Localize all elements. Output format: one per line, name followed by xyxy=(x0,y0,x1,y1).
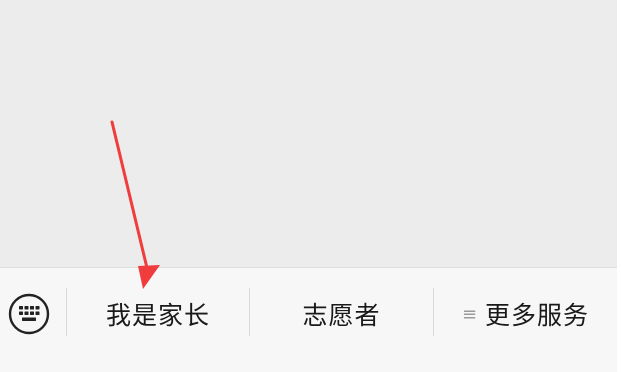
menu-item-label: 更多服务 xyxy=(485,301,590,330)
menu-item-parent[interactable]: 我是家长 xyxy=(67,268,249,360)
custom-menu-bar: 我是家长 志愿者 ≡ 更多服务 xyxy=(0,267,617,372)
chat-content-area xyxy=(0,0,621,267)
keyboard-toggle-button[interactable] xyxy=(0,268,66,372)
hamburger-icon: ≡ xyxy=(461,303,478,325)
right-edge xyxy=(617,0,621,372)
menu-item-volunteer[interactable]: 志愿者 xyxy=(250,268,433,360)
keyboard-icon xyxy=(8,293,50,335)
menu-item-label: 志愿者 xyxy=(302,301,381,330)
menu-item-label: 我是家长 xyxy=(105,301,210,330)
menu-item-more-services[interactable]: ≡ 更多服务 xyxy=(434,268,617,360)
